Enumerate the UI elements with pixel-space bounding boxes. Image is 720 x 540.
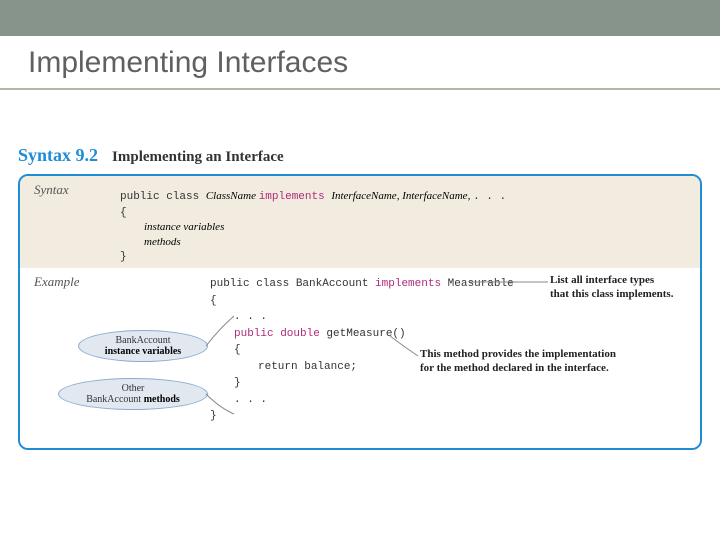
callout2-class: BankAccount (86, 394, 144, 405)
syntax-open-brace: { (120, 206, 506, 221)
syntax-methods: methods (144, 235, 506, 250)
syntax-panel: Syntax public class ClassName implements… (20, 176, 700, 268)
syntax-ellipsis: . . . (473, 191, 506, 203)
syntax-code: public class ClassName implements Interf… (120, 184, 506, 265)
syntax-ivars: instance variables (144, 220, 506, 235)
annot-list-interfaces: List all interface types that this class… (550, 274, 700, 302)
ex-close-brace: } (210, 408, 514, 425)
annot1-l2: that this class implements. (550, 288, 673, 300)
annot2-l2: for the method declared in the interface… (420, 362, 609, 374)
ex-bankaccount: BankAccount (296, 278, 375, 290)
ex-measurable: Measurable (448, 278, 514, 290)
syntax-diagram: Syntax 9.2 Implementing an Interface Syn… (18, 145, 702, 450)
annot1-l1: List all interface types (550, 274, 654, 286)
callout2-other: Other (122, 383, 145, 394)
syntax-header: Syntax 9.2 Implementing an Interface (18, 145, 702, 166)
ex-return: return (258, 361, 304, 373)
ex-balance: balance; (304, 361, 357, 373)
syntax-subtitle: Implementing an Interface (112, 149, 284, 165)
syntax-box: Syntax public class ClassName implements… (18, 174, 702, 450)
syntax-line1-pre: public class (120, 191, 206, 203)
syntax-classname: ClassName (206, 190, 259, 202)
ex-public-class: public class (210, 278, 296, 290)
annot2-l1: This method provides the implementation (420, 348, 616, 360)
ex-implements-kw: implements (375, 278, 448, 290)
syntax-implements-kw: implements (259, 191, 332, 203)
top-bar (0, 0, 720, 36)
annot-method-impl: This method provides the implementation … (420, 348, 680, 376)
syntax-interfacename2: InterfaceName, (402, 190, 473, 202)
ex-close-brace2: } (234, 375, 514, 392)
ex-getmeasure: getMeasure() (326, 328, 405, 340)
callout-instance-vars: BankAccount instance variables (78, 330, 208, 362)
example-section-label: Example (34, 274, 79, 290)
syntax-section-label: Syntax (34, 182, 69, 198)
ex-dots2: . . . (234, 392, 514, 409)
ex-public-double: public double (234, 328, 326, 340)
page-title: Implementing Interfaces (28, 46, 720, 80)
syntax-close-brace: } (120, 250, 506, 265)
callout-other-methods: Other BankAccount methods (58, 378, 208, 410)
callout1-text: instance variables (105, 346, 181, 357)
callout1-class: BankAccount (115, 335, 170, 346)
syntax-number: Syntax 9.2 (18, 145, 98, 165)
example-panel: Example public class BankAccount impleme… (20, 268, 700, 448)
callout2-methods: methods (144, 394, 180, 405)
syntax-interfacename1: InterfaceName, (331, 190, 402, 202)
ex-open-brace: { (210, 293, 514, 310)
title-wrap: Implementing Interfaces (0, 36, 720, 90)
ex-dots1: . . . (234, 309, 514, 326)
